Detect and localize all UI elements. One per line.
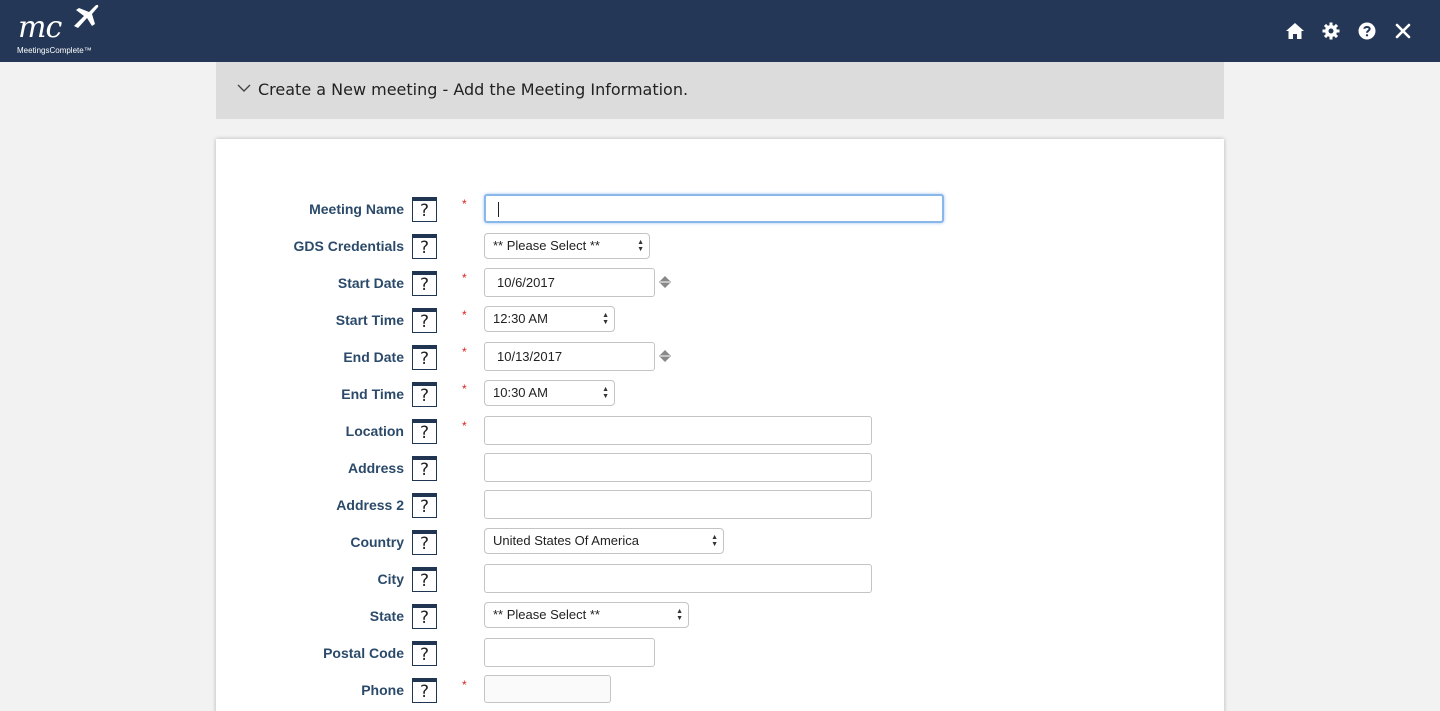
form-row-end-date: End Date ? * 10/13/2017 xyxy=(216,342,1224,372)
select-arrows-icon: ▲ ▼ xyxy=(602,386,609,400)
address-input[interactable] xyxy=(484,453,872,482)
required-marker: * xyxy=(462,419,467,433)
form-row-state: State ? ** Please Select ** ▲ ▼ xyxy=(216,601,1224,631)
end-date-label: End Date xyxy=(343,349,404,365)
gear-icon[interactable] xyxy=(1320,20,1342,42)
select-arrows-icon: ▲ ▼ xyxy=(676,608,683,622)
meeting-name-label: Meeting Name xyxy=(309,201,404,217)
address-label: Address xyxy=(347,460,404,476)
gds-credentials-label: GDS Credentials xyxy=(293,238,404,254)
create-meeting-accordion-header[interactable]: Create a New meeting - Add the Meeting I… xyxy=(216,62,1224,119)
form-row-start-time: Start Time ? * 12:30 AM ▲ ▼ xyxy=(216,305,1224,335)
phone-label: Phone xyxy=(361,682,404,698)
meeting-name-input[interactable] xyxy=(484,194,944,223)
state-label: State xyxy=(369,608,404,624)
form-row-gds-credentials: GDS Credentials ? ** Please Select ** ▲ ▼ xyxy=(216,231,1224,261)
postal-code-label: Postal Code xyxy=(323,645,404,661)
country-help-icon[interactable]: ? xyxy=(412,530,437,555)
start-time-help-icon[interactable]: ? xyxy=(412,308,437,333)
city-label: City xyxy=(377,571,404,587)
form-row-start-date: Start Date ? * 10/6/2017 xyxy=(216,268,1224,298)
country-label: Country xyxy=(350,534,404,550)
form-row-address-2: Address 2 ? xyxy=(216,490,1224,520)
meeting-info-form: Meeting Name ? * GDS Credentials ? ** Pl… xyxy=(216,139,1224,711)
end-time-help-icon[interactable]: ? xyxy=(412,382,437,407)
text-cursor xyxy=(498,202,499,217)
form-row-location: Location ? * xyxy=(216,416,1224,446)
start-date-label: Start Date xyxy=(337,275,404,291)
help-icon[interactable] xyxy=(1356,20,1378,42)
address-help-icon[interactable]: ? xyxy=(412,456,437,481)
select-arrows-icon: ▲ ▼ xyxy=(637,239,644,253)
location-label: Location xyxy=(345,423,404,439)
required-marker: * xyxy=(462,271,467,285)
meetingscomplete-logo[interactable]: mc MeetingsComplete™ xyxy=(14,4,104,58)
start-date-help-icon[interactable]: ? xyxy=(412,271,437,296)
address-2-label: Address 2 xyxy=(336,497,404,513)
start-date-input[interactable]: 10/6/2017 xyxy=(484,268,655,297)
start-date-spinner-icon[interactable] xyxy=(659,275,671,289)
form-row-end-time: End Time ? * 10:30 AM ▲ ▼ xyxy=(216,379,1224,409)
required-marker: * xyxy=(462,308,467,322)
city-input[interactable] xyxy=(484,564,872,593)
address-2-help-icon[interactable]: ? xyxy=(412,493,437,518)
form-row-country: Country ? United States Of America ▲ ▼ xyxy=(216,527,1224,557)
end-time-select[interactable]: 10:30 AM ▲ ▼ xyxy=(484,380,615,406)
gds-credentials-help-icon[interactable]: ? xyxy=(412,234,437,259)
address-2-input[interactable] xyxy=(484,490,872,519)
end-date-help-icon[interactable]: ? xyxy=(412,345,437,370)
phone-input[interactable] xyxy=(484,675,611,703)
airplane-icon xyxy=(74,4,99,28)
required-marker: * xyxy=(462,345,467,359)
select-arrows-icon: ▲ ▼ xyxy=(711,534,718,548)
chevron-down-icon xyxy=(237,84,251,92)
form-row-meeting-name: Meeting Name ? * xyxy=(216,194,1224,224)
postal-code-help-icon[interactable]: ? xyxy=(412,641,437,666)
required-marker: * xyxy=(462,197,467,211)
state-select[interactable]: ** Please Select ** ▲ ▼ xyxy=(484,602,689,628)
end-date-input[interactable]: 10/13/2017 xyxy=(484,342,655,371)
start-time-label: Start Time xyxy=(335,312,404,328)
required-marker: * xyxy=(462,382,467,396)
end-date-spinner-icon[interactable] xyxy=(659,349,671,363)
meeting-name-help-icon[interactable]: ? xyxy=(412,197,437,222)
form-row-phone: Phone ? * xyxy=(216,675,1224,705)
form-row-address: Address ? xyxy=(216,453,1224,483)
logo-text: mc xyxy=(18,10,62,45)
logo-tagline: MeetingsComplete™ xyxy=(17,46,92,55)
home-icon[interactable] xyxy=(1284,20,1306,42)
city-help-icon[interactable]: ? xyxy=(412,567,437,592)
form-row-postal-code: Postal Code ? xyxy=(216,638,1224,668)
close-icon[interactable] xyxy=(1392,20,1414,42)
start-time-select[interactable]: 12:30 AM ▲ ▼ xyxy=(484,306,615,332)
required-marker: * xyxy=(462,678,467,692)
location-input[interactable] xyxy=(484,416,872,445)
top-navigation-bar: mc MeetingsComplete™ xyxy=(0,0,1440,62)
location-help-icon[interactable]: ? xyxy=(412,419,437,444)
accordion-title: Create a New meeting - Add the Meeting I… xyxy=(258,80,689,99)
postal-code-input[interactable] xyxy=(484,638,655,667)
end-time-label: End Time xyxy=(341,386,404,402)
form-row-city: City ? xyxy=(216,564,1224,594)
country-select[interactable]: United States Of America ▲ ▼ xyxy=(484,528,724,554)
phone-help-icon[interactable]: ? xyxy=(412,678,437,703)
state-help-icon[interactable]: ? xyxy=(412,604,437,629)
gds-credentials-select[interactable]: ** Please Select ** ▲ ▼ xyxy=(484,233,650,259)
select-arrows-icon: ▲ ▼ xyxy=(602,312,609,326)
